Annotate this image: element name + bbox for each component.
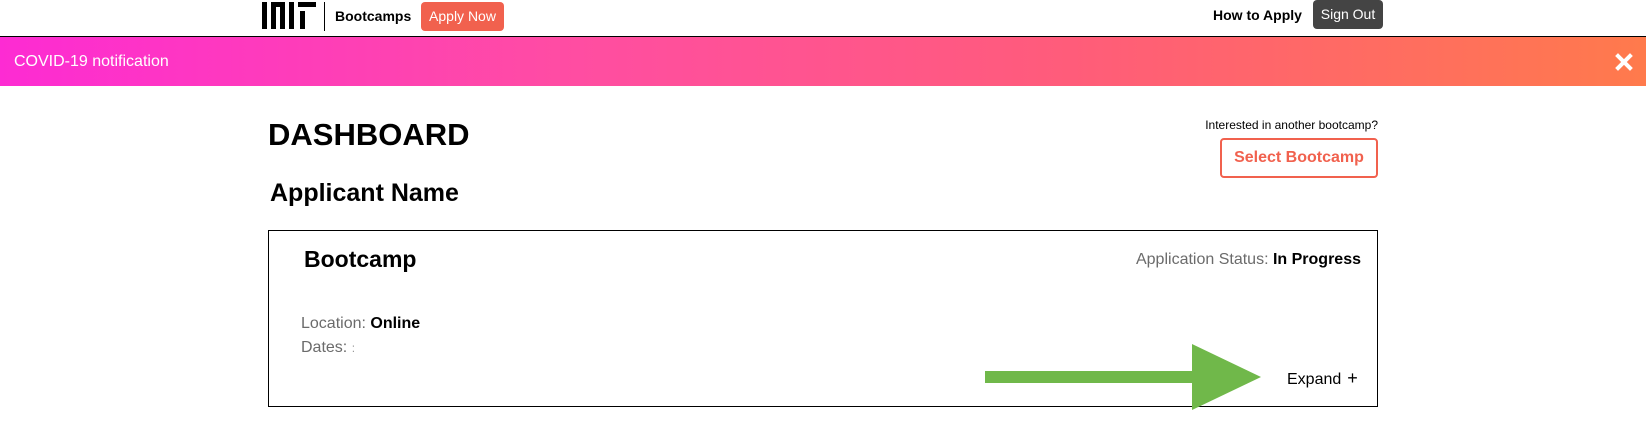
top-nav: Bootcamps Apply Now How to Apply Sign Ou… [0,0,1646,37]
brand-link[interactable]: Bootcamps [335,8,411,25]
how-to-apply-link[interactable]: How to Apply [1213,7,1302,24]
location-row: Location: Online [301,314,420,333]
dates-label: Dates: [301,339,348,356]
logo-divider [324,2,325,31]
green-arrow-annotation [985,344,1261,410]
plus-icon: + [1347,368,1358,388]
page-title: DASHBOARD [268,117,470,152]
sign-out-button[interactable]: Sign Out [1313,0,1383,29]
status-label: Application Status: [1135,251,1269,268]
select-bootcamp-button[interactable]: Select Bootcamp [1220,138,1378,178]
covid-notification-link[interactable]: COVID-19 notification [14,52,169,71]
application-status: Application Status: In Progress [1136,250,1361,269]
applicant-name: Applicant Name [270,179,459,207]
apply-now-button[interactable]: Apply Now [421,2,504,31]
dates-row: Dates: : [301,338,355,358]
expand-button[interactable]: Expand + [1287,369,1358,389]
location-value: Online [370,315,421,332]
close-icon[interactable] [1614,52,1634,72]
status-value: In Progress [1272,251,1361,268]
dates-value: : [351,341,356,355]
location-label: Location: [301,315,366,332]
mit-logo[interactable] [262,2,316,29]
interested-text: Interested in another bootcamp? [1205,118,1378,132]
covid-banner: COVID-19 notification [0,37,1646,86]
expand-label: Expand [1287,371,1342,388]
bootcamp-title: Bootcamp [304,246,417,272]
